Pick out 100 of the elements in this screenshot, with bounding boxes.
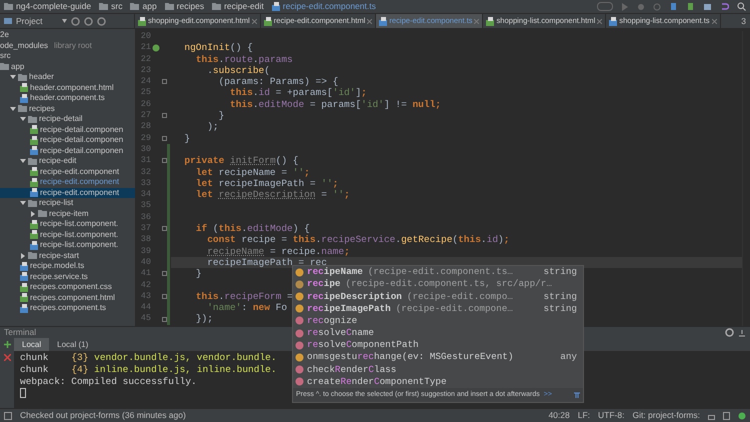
file-name: recipes — [29, 102, 55, 115]
close-icon[interactable] — [712, 18, 717, 24]
fold-marker-icon[interactable] — [162, 271, 166, 276]
tree-item[interactable]: header.component.html — [0, 82, 135, 93]
status-item[interactable]: LF: — [578, 409, 590, 422]
tree-item[interactable]: recipe-list.component. — [0, 240, 135, 250]
file-name: recipe-item — [49, 208, 89, 220]
status-item[interactable]: UTF-8: — [598, 409, 624, 422]
completion-item[interactable]: recipeName (recipe-edit.component.ts… string — [293, 266, 583, 278]
expanded-arrow-icon[interactable] — [10, 74, 16, 80]
suggestion-name: recipeImagePath — [307, 302, 391, 316]
terminal-line: chunk {3} vendor.bundle.js, vendor.bundle. — [20, 352, 277, 364]
tree-item[interactable]: app — [0, 62, 135, 72]
breadcrumb-item[interactable]: app — [142, 0, 157, 13]
add-icon[interactable] — [4, 341, 10, 348]
tree-item[interactable]: ode_modules library root — [0, 40, 135, 51]
hide-panel-icon[interactable] — [738, 328, 746, 336]
code-line: private initForm() { — [183, 155, 298, 167]
completion-item[interactable]: recipeImagePath (recipe-edit.compone… string — [293, 302, 583, 315]
expanded-arrow-icon[interactable] — [20, 200, 26, 206]
fold-marker-icon[interactable] — [162, 158, 166, 164]
undo-icon[interactable] — [720, 2, 729, 11]
completion-item[interactable]: resolveCname — [293, 326, 583, 340]
tree-item[interactable]: header.component.ts — [0, 93, 135, 104]
fold-marker-icon[interactable] — [162, 226, 166, 232]
panel-toggle-icon[interactable] — [4, 412, 12, 420]
project-icon — [4, 17, 12, 25]
close-icon[interactable] — [252, 18, 257, 24]
status-item[interactable]: Git: project-forms: — [632, 409, 700, 422]
suggestion-detail: (recipe-edit.compone… — [396, 302, 513, 316]
completion-item[interactable]: onmsgesturechange(ev: MSGestureEvent) any — [293, 351, 583, 364]
folder-icon — [212, 3, 222, 10]
tree-item[interactable]: recipes.component.ts — [0, 303, 135, 314]
tree-item[interactable]: recipes — [0, 104, 135, 114]
breadcrumb-item[interactable]: recipes — [176, 0, 204, 13]
hidden-tabs-count[interactable]: 3 — [737, 14, 750, 28]
close-icon[interactable] — [597, 18, 602, 24]
fold-marker-icon[interactable] — [162, 294, 166, 299]
terminal-tab[interactable]: Local — [14, 338, 50, 351]
run-config-dropdown[interactable] — [597, 2, 613, 11]
folder-icon — [28, 252, 37, 260]
expanded-arrow-icon[interactable] — [10, 106, 16, 112]
breadcrumb-item[interactable]: ng4-complete-guide — [16, 0, 92, 13]
tree-item[interactable]: recipe-list.component. — [0, 219, 135, 230]
tree-item[interactable]: recipe-edit.component — [0, 166, 135, 177]
tree-item[interactable]: recipe-detail — [0, 114, 135, 124]
close-icon[interactable] — [474, 18, 480, 24]
tree-item[interactable]: header — [0, 72, 135, 82]
breadcrumb-item[interactable]: recipe-edit — [224, 0, 264, 13]
fold-marker-icon[interactable] — [162, 316, 166, 322]
tree-item[interactable]: recipe-detail.componen — [0, 135, 135, 146]
file-name: recipe-list.component. — [40, 228, 118, 241]
tree-item[interactable]: recipes.component.css — [0, 282, 135, 292]
tree-item[interactable]: recipe.service.ts — [0, 272, 135, 282]
expanded-arrow-icon[interactable] — [20, 116, 26, 122]
tree-item[interactable]: recipe-list.component. — [0, 230, 135, 240]
close-icon[interactable] — [4, 354, 10, 361]
completion-item[interactable]: recipe (recipe-edit.component.ts, src/app/r… — [293, 278, 583, 290]
expanded-arrow-icon[interactable] — [20, 158, 26, 164]
collapsed-arrow-icon[interactable] — [20, 252, 26, 259]
collapsed-arrow-icon[interactable] — [30, 210, 36, 217]
fold-marker-icon[interactable] — [162, 79, 166, 84]
tree-item[interactable]: recipe-detail.componen — [0, 146, 135, 156]
tree-item[interactable]: recipe.model.ts — [0, 261, 135, 272]
breadcrumb-item[interactable]: recipe-edit.component.ts — [282, 0, 376, 13]
tree-item[interactable]: recipe-edit — [0, 156, 135, 166]
file-name: 2e — [0, 29, 9, 42]
fold-marker-icon[interactable] — [162, 113, 166, 118]
suggestion-name: recipeDescription — [307, 290, 402, 304]
breadcrumb-item[interactable]: src — [111, 0, 122, 13]
completion-item[interactable]: checkRenderClass — [293, 364, 583, 376]
completion-item[interactable]: recognize — [293, 314, 583, 327]
override-marker-icon[interactable] — [152, 44, 160, 52]
event-log-icon[interactable] — [738, 412, 746, 420]
tree-item[interactable]: recipes.component.html — [0, 292, 135, 303]
search-icon[interactable] — [737, 2, 746, 11]
completion-item[interactable]: resolveComponentPath — [293, 339, 583, 352]
fold-marker-icon[interactable] — [162, 136, 166, 141]
tree-item[interactable]: recipe-edit.component — [0, 188, 135, 198]
line-number: 30 — [140, 144, 151, 156]
completion-item[interactable]: recipeDescription (recipe-edit.compo… string — [293, 290, 583, 303]
file-name: recipe-edit.component — [40, 186, 120, 199]
code-line: recipeName = recipe.name; — [206, 246, 350, 257]
tree-item[interactable]: src — [0, 51, 135, 62]
close-icon[interactable] — [367, 18, 372, 24]
run-icon[interactable] — [621, 2, 629, 10]
line-number: 25 — [140, 87, 151, 99]
completion-item[interactable]: createRenderComponentType — [293, 376, 583, 388]
tree-item[interactable]: recipe-edit.component — [0, 177, 135, 188]
tree-item[interactable]: 2e — [0, 30, 135, 40]
terminal-tab[interactable]: Local (1) — [49, 338, 96, 351]
tree-item[interactable]: recipe-item — [0, 208, 135, 219]
tree-item[interactable]: recipe-detail.componen — [0, 124, 135, 135]
file-name: recipe-list.component. — [40, 239, 118, 252]
tree-item[interactable]: recipe-list — [0, 198, 135, 208]
tree-item[interactable]: recipe-start — [0, 250, 135, 261]
project-view-selector[interactable]: Project — [16, 14, 42, 28]
status-item[interactable]: 40:28 — [548, 409, 570, 422]
caret-icon[interactable] — [62, 19, 68, 23]
file-name: recipe-list.component. — [40, 218, 118, 230]
